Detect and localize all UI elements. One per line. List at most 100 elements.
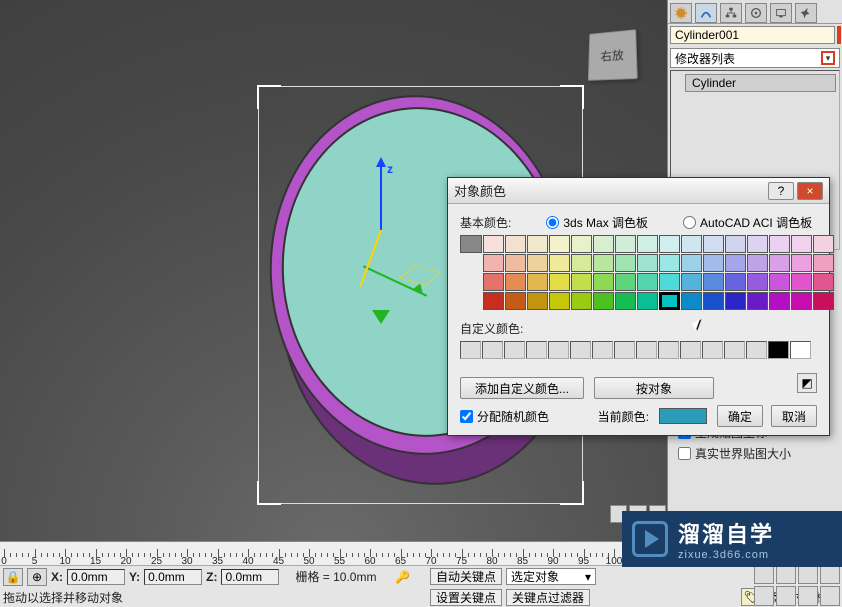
palette-cell[interactable]: [505, 254, 526, 272]
palette-cell[interactable]: [593, 292, 614, 310]
palette-cell[interactable]: [769, 235, 790, 253]
custom-color-cell[interactable]: [570, 341, 591, 359]
custom-color-cell[interactable]: [658, 341, 679, 359]
palette-cell[interactable]: [571, 292, 592, 310]
palette-cell[interactable]: [659, 292, 680, 310]
pan-icon[interactable]: [754, 564, 774, 584]
palette-cell[interactable]: [483, 235, 504, 253]
palette-cell[interactable]: [527, 254, 548, 272]
palette-cell[interactable]: [703, 273, 724, 291]
palette-cell[interactable]: [725, 254, 746, 272]
palette-cell[interactable]: [571, 254, 592, 272]
ok-button[interactable]: 确定: [717, 405, 763, 427]
palette-cell[interactable]: [549, 235, 570, 253]
palette-cell[interactable]: [747, 273, 768, 291]
modifier-list-dropdown[interactable]: 修改器列表 ▾: [670, 48, 840, 68]
custom-color-cell[interactable]: [504, 341, 525, 359]
palette-cell[interactable]: [505, 273, 526, 291]
palette-cell[interactable]: [681, 273, 702, 291]
stack-item-cylinder[interactable]: Cylinder: [685, 74, 836, 92]
radio-3dsmax-palette[interactable]: 3ds Max 调色板: [546, 214, 648, 231]
fov-icon[interactable]: [776, 586, 796, 606]
close-button[interactable]: ×: [797, 182, 823, 200]
assign-random-checkbox[interactable]: 分配随机颜色: [460, 408, 549, 425]
palette-cell[interactable]: [703, 292, 724, 310]
tab-create[interactable]: [670, 3, 692, 23]
maximize-icon[interactable]: [820, 564, 840, 584]
palette-cell[interactable]: [725, 292, 746, 310]
palette-cell[interactable]: [791, 254, 812, 272]
custom-color-cell[interactable]: [680, 341, 701, 359]
viewcube[interactable]: 右放: [588, 29, 638, 81]
palette-cell[interactable]: [483, 292, 504, 310]
palette-cell[interactable]: [725, 273, 746, 291]
real-world-checkbox[interactable]: 真实世界贴图大小: [668, 443, 842, 464]
palette-cell[interactable]: [527, 273, 548, 291]
palette-cell[interactable]: [527, 292, 548, 310]
palette-cell[interactable]: [549, 273, 570, 291]
palette-cell[interactable]: [593, 235, 614, 253]
set-key-button[interactable]: 设置关键点: [430, 589, 502, 606]
by-object-button[interactable]: 按对象: [594, 377, 714, 399]
tab-motion[interactable]: [745, 3, 767, 23]
palette-cell[interactable]: [483, 254, 504, 272]
palette-cell[interactable]: [505, 235, 526, 253]
palette-cell[interactable]: [791, 235, 812, 253]
palette-cell[interactable]: [615, 235, 636, 253]
walk-icon[interactable]: [798, 586, 818, 606]
palette-cell[interactable]: [791, 273, 812, 291]
z-input[interactable]: [221, 569, 279, 585]
palette-cell[interactable]: [527, 235, 548, 253]
zoom-icon[interactable]: [776, 564, 796, 584]
palette-cell[interactable]: [615, 273, 636, 291]
palette-cell[interactable]: [483, 273, 504, 291]
palette-cell[interactable]: [549, 292, 570, 310]
help-button[interactable]: ?: [768, 182, 794, 200]
min-max-icon[interactable]: [820, 586, 840, 606]
y-input[interactable]: [144, 569, 202, 585]
custom-color-cell[interactable]: [636, 341, 657, 359]
palette-cell[interactable]: [703, 235, 724, 253]
palette-cell[interactable]: [637, 273, 658, 291]
palette-cell[interactable]: [460, 235, 482, 253]
custom-color-cell[interactable]: [548, 341, 569, 359]
palette-cell[interactable]: [505, 292, 526, 310]
palette-cell[interactable]: [681, 254, 702, 272]
add-custom-color-button[interactable]: 添加自定义颜色...: [460, 377, 584, 399]
palette-cell[interactable]: [725, 235, 746, 253]
tab-utilities[interactable]: [795, 3, 817, 23]
palette-cell[interactable]: [813, 235, 834, 253]
palette-cell[interactable]: [637, 292, 658, 310]
custom-color-cell[interactable]: [460, 341, 481, 359]
palette-cell[interactable]: [813, 254, 834, 272]
x-input[interactable]: [67, 569, 125, 585]
palette-cell[interactable]: [747, 254, 768, 272]
palette-cell[interactable]: [659, 273, 680, 291]
zoom-extents-icon[interactable]: [754, 586, 774, 606]
current-color-swatch[interactable]: [659, 408, 707, 424]
palette-cell[interactable]: [593, 273, 614, 291]
palette-cell[interactable]: [593, 254, 614, 272]
orbit-icon[interactable]: [798, 564, 818, 584]
palette-cell[interactable]: [659, 235, 680, 253]
object-color-swatch[interactable]: [837, 26, 841, 44]
palette-cell[interactable]: [637, 254, 658, 272]
custom-color-cell[interactable]: [724, 341, 745, 359]
auto-key-button[interactable]: 自动关键点: [430, 568, 502, 585]
palette-cell[interactable]: [571, 235, 592, 253]
palette-cell[interactable]: [571, 273, 592, 291]
axis-z[interactable]: [380, 160, 382, 230]
tab-display[interactable]: [770, 3, 792, 23]
tab-modify[interactable]: [695, 3, 717, 23]
custom-color-cell[interactable]: [790, 341, 811, 359]
active-color-toggle-icon[interactable]: ◩: [797, 373, 817, 393]
object-name-input[interactable]: [670, 26, 835, 44]
dialog-titlebar[interactable]: 对象颜色 ? ×: [448, 178, 829, 204]
palette-cell[interactable]: [813, 292, 834, 310]
palette-cell[interactable]: [791, 292, 812, 310]
custom-color-cell[interactable]: [482, 341, 503, 359]
palette-cell[interactable]: [615, 254, 636, 272]
custom-color-cell[interactable]: [746, 341, 767, 359]
time-ruler[interactable]: 0510152025303540455055606570758085909510…: [0, 541, 667, 567]
palette-cell[interactable]: [703, 254, 724, 272]
